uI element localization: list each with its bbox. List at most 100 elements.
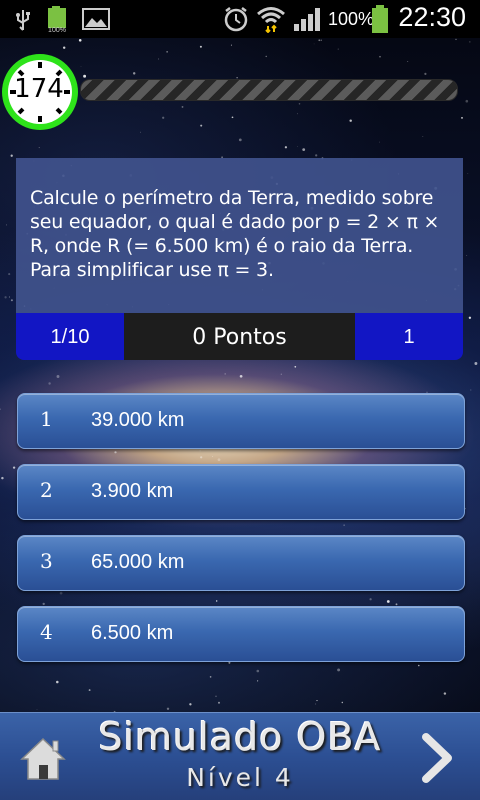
answer-button-1[interactable]: 1 39.000 km [17,393,465,449]
star [239,374,243,378]
star [212,456,214,458]
chevron-right-icon [422,733,452,783]
score-row: 1/10 0 Pontos 1 [16,313,463,360]
timer-value: 174 [14,74,64,104]
star [158,58,160,60]
star [256,669,260,673]
svg-text:100%: 100% [48,27,66,34]
star [8,273,11,276]
star [349,119,352,122]
star [36,709,38,710]
star [386,600,390,603]
star [78,38,82,42]
star [315,154,318,157]
star [209,676,212,678]
star [461,117,463,119]
battery-icon [372,5,388,33]
star [231,116,234,119]
star [418,664,420,667]
star [166,707,170,710]
star [10,299,13,302]
star [316,700,318,702]
star [181,105,184,108]
time-progress-bar [80,79,458,101]
star [215,695,217,698]
star [302,148,306,151]
star [296,113,298,115]
star [337,48,339,50]
star [320,39,322,41]
image-icon [82,8,110,30]
star [8,296,10,298]
points-display: 0 Pontos [124,313,355,360]
bottom-bar: Simulado OBA Nível 4 [0,712,480,800]
star [200,124,203,127]
star [1,476,4,480]
answer-number: 3 [40,549,53,573]
usb-icon [16,10,30,31]
status-bar: 100% 100% 22:30 [0,0,480,38]
star [162,116,165,119]
star [465,99,469,103]
star [443,692,447,695]
star [343,524,345,526]
star [4,296,7,299]
star [224,373,226,375]
star [407,61,409,63]
question-counter: 1/10 [16,313,124,360]
app-title: Simulado OBA [98,715,382,759]
answer-text: 65.000 km [91,551,185,573]
star [215,600,218,602]
star [199,45,202,48]
next-button[interactable] [418,731,458,785]
star [318,39,321,42]
star [140,131,142,133]
star [59,591,63,595]
level-subtitle: Nível 4 [186,763,294,792]
time-progress-fill [81,80,457,100]
star [315,703,317,705]
answer-number: 1 [40,407,53,431]
star [474,362,478,365]
countdown-timer: 174 [0,52,88,140]
answer-text: 3.900 km [91,480,174,502]
star [297,146,298,147]
answer-number: 4 [40,620,53,644]
star [56,680,59,684]
star [369,598,372,601]
star [294,365,297,368]
answer-button-4[interactable]: 4 6.500 km [17,606,465,662]
star [284,146,288,149]
star [257,680,259,682]
alarm-icon [224,7,248,32]
star [166,51,168,53]
star [466,255,468,257]
star [10,154,13,157]
quiz-screen: 100% 100% 22:30 174 Calcule o perímetro … [0,0,480,800]
star [88,689,91,692]
star [341,701,344,704]
star [218,701,220,704]
star [42,602,45,606]
star [189,703,192,706]
star [38,147,40,149]
answer-button-3[interactable]: 3 65.000 km [17,535,465,591]
star [56,375,60,378]
star [467,172,469,174]
battery-small-icon: 100% [48,6,66,34]
answer-button-2[interactable]: 2 3.900 km [17,464,465,520]
star [228,661,231,664]
level-indicator: 1 [355,313,463,360]
star [230,44,232,46]
star [468,316,472,319]
star [62,46,66,49]
star [114,451,117,454]
star [379,141,380,143]
star [48,382,51,385]
star [455,38,457,41]
star [199,450,201,452]
star [470,389,472,391]
star [132,72,136,75]
star [280,373,282,375]
clock: 22:30 [398,2,466,32]
